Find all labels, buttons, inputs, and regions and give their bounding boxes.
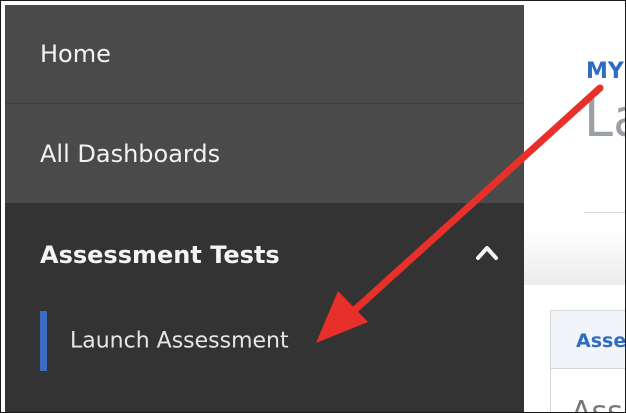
assessment-card: Asse Ass <box>550 310 626 413</box>
sidebar-item-label: Home <box>40 40 111 68</box>
card-tab[interactable]: Asse <box>551 311 626 369</box>
main-content: MY La Asse Ass <box>524 5 625 412</box>
content-divider <box>584 212 625 213</box>
sidebar-divider <box>5 103 524 104</box>
chevron-up-icon[interactable] <box>475 243 499 261</box>
screenshot-frame: Home All Dashboards Assessment Tests Lau… <box>0 0 626 413</box>
header-band <box>524 227 625 285</box>
card-tab-label: Asse <box>576 330 626 352</box>
sidebar: Home All Dashboards Assessment Tests Lau… <box>5 5 524 412</box>
sidebar-item-launch-assessment[interactable]: Launch Assessment <box>5 311 524 371</box>
sidebar-item-label: Launch Assessment <box>70 328 289 354</box>
sidebar-item-home[interactable]: Home <box>5 5 524 103</box>
section-header[interactable]: Assessment Tests <box>5 203 524 305</box>
page-title: La <box>584 89 625 149</box>
sidebar-item-all-dashboards[interactable]: All Dashboards <box>5 105 524 203</box>
sidebar-section-assessment-tests: Assessment Tests Launch Assessment <box>5 203 524 412</box>
sidebar-item-label: All Dashboards <box>40 140 221 168</box>
section-title: Assessment Tests <box>40 241 280 269</box>
card-body-text: Ass <box>571 395 623 413</box>
brand-link[interactable]: MY <box>586 59 624 84</box>
active-indicator <box>40 311 47 371</box>
